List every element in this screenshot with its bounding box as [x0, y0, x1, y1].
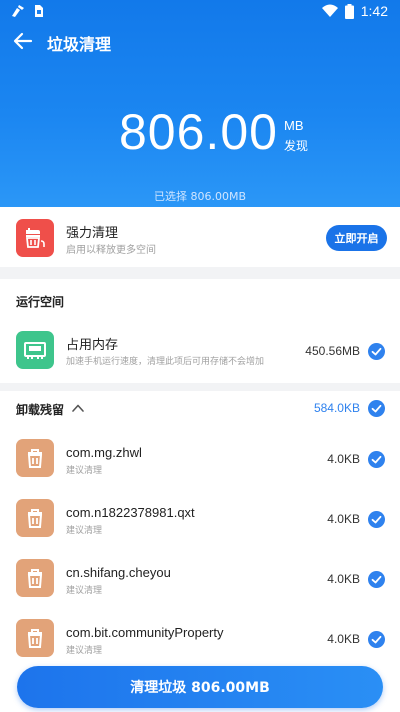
residue-section-title: 卸载残留 — [16, 403, 65, 417]
memory-size: 450.56MB — [305, 344, 360, 358]
residue-item-checkbox[interactable] — [368, 511, 385, 528]
memory-title: 占用内存 — [66, 337, 119, 352]
junk-size-unit: MB — [284, 118, 304, 133]
wifi-icon — [321, 4, 338, 17]
residue-item-size: 4.0KB — [327, 512, 360, 526]
residue-item-subtitle: 建议清理 — [66, 586, 103, 596]
memory-icon — [16, 331, 54, 369]
junk-clean-screen: 1:42 垃圾清理 806.00 MB 发现 已选择 806.00MB 强力清理… — [0, 0, 400, 712]
junk-found-label: 发现 — [284, 139, 309, 153]
uninstall-residue-section: 卸载残留 584.0KB com.mg.zhwl 建议清理 4.0KB com.… — [0, 391, 400, 712]
residue-item-name: com.mg.zhwl — [66, 445, 142, 460]
residue-item-size: 4.0KB — [327, 452, 360, 466]
power-clean-title: 强力清理 — [66, 226, 119, 241]
status-bar: 1:42 — [0, 0, 400, 24]
running-space-section: 运行空间 占用内存 加速手机运行速度，清理此项后可用存储不会增加 450.56M… — [0, 279, 400, 383]
power-clean-icon — [16, 219, 54, 257]
clean-junk-button[interactable]: 清理垃圾 806.00MB — [17, 666, 383, 708]
header-hero: 1:42 垃圾清理 806.00 MB 发现 已选择 806.00MB — [0, 0, 400, 208]
status-time: 1:42 — [360, 3, 388, 19]
residue-item-size: 4.0KB — [327, 632, 360, 646]
trash-icon — [16, 619, 54, 657]
back-arrow-icon[interactable] — [12, 30, 34, 52]
trash-icon — [16, 439, 54, 477]
chevron-up-icon[interactable] — [70, 400, 86, 416]
battery-icon — [344, 3, 354, 19]
memory-checkbox[interactable] — [368, 343, 385, 360]
sim-card-icon — [35, 5, 43, 17]
residue-item-checkbox[interactable] — [368, 571, 385, 588]
residue-item-name: com.n1822378981.qxt — [66, 505, 195, 520]
residue-select-all-checkbox[interactable] — [368, 400, 385, 417]
running-space-title: 运行空间 — [16, 295, 65, 309]
residue-item-checkbox[interactable] — [368, 451, 385, 468]
power-clean-subtitle: 启用以释放更多空间 — [66, 245, 156, 256]
residue-total-size: 584.0KB — [313, 401, 360, 415]
memory-subtitle: 加速手机运行速度，清理此项后可用存储不会增加 — [66, 357, 265, 367]
enable-now-button[interactable]: 立即开启 — [326, 225, 387, 251]
trash-icon — [16, 559, 54, 597]
junk-size-value: 806.00 — [119, 104, 278, 160]
selected-size-text: 已选择 806.00MB — [153, 190, 247, 203]
residue-item-size: 4.0KB — [327, 572, 360, 586]
cleaner-notification-icon — [12, 5, 24, 17]
trash-icon — [16, 499, 54, 537]
page-title: 垃圾清理 — [47, 35, 112, 54]
app-bar: 垃圾清理 — [0, 28, 400, 56]
residue-item-name: com.bit.communityProperty — [66, 625, 224, 640]
residue-item-name: cn.shifang.cheyou — [66, 565, 171, 580]
residue-item-subtitle: 建议清理 — [66, 646, 103, 656]
residue-item-subtitle: 建议清理 — [66, 466, 103, 476]
residue-item-subtitle: 建议清理 — [66, 526, 103, 536]
residue-item-checkbox[interactable] — [368, 631, 385, 648]
